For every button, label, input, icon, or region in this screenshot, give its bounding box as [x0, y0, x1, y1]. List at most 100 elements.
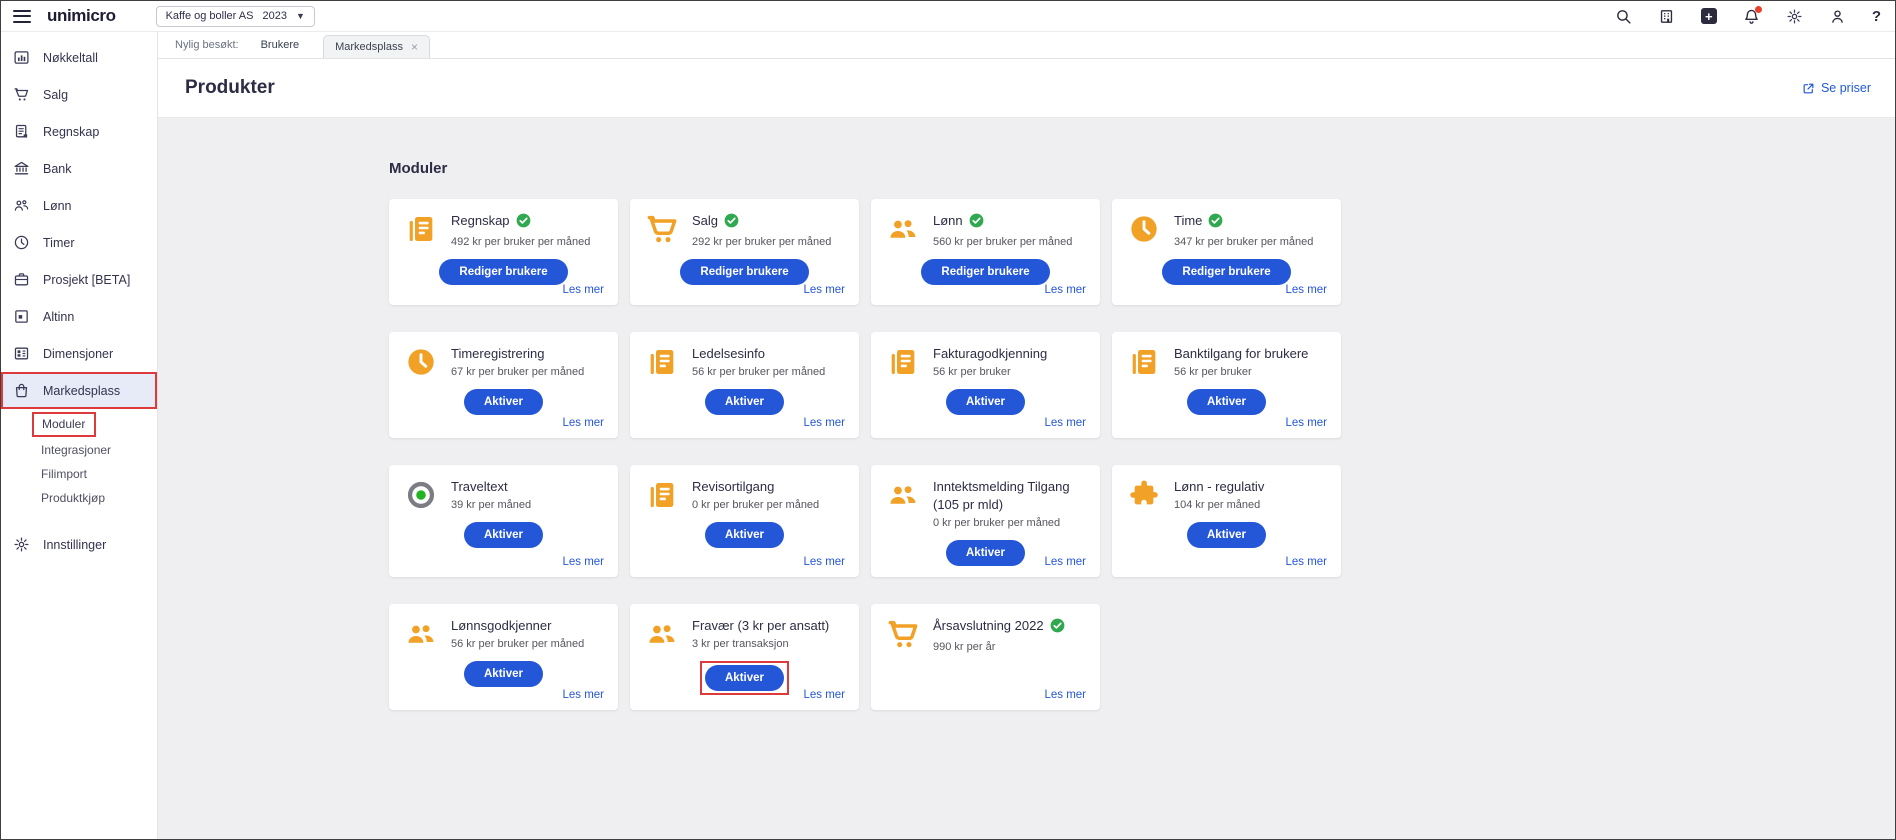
puzzle-icon	[1126, 478, 1162, 511]
les-mer-link[interactable]: Les mer	[562, 417, 604, 429]
cart-icon	[13, 86, 30, 103]
page-title: Produkter	[185, 77, 275, 99]
les-mer-link[interactable]: Les mer	[562, 689, 604, 701]
rediger-brukere-button[interactable]: Rediger brukere	[680, 259, 808, 285]
module-title: Traveltext	[451, 479, 508, 494]
sidebar-item-label: Timer	[43, 236, 74, 250]
module-card-timeregistrering: Timeregistrering 67 kr per bruker per må…	[389, 332, 618, 438]
briefcase-icon	[13, 271, 30, 288]
les-mer-link[interactable]: Les mer	[1285, 556, 1327, 568]
sidebar-item-lonn[interactable]: Lønn	[1, 187, 157, 224]
people-icon	[644, 617, 680, 650]
aktiver-button-highlighted[interactable]: Aktiver	[705, 665, 784, 691]
module-title: Årsavslutning 2022	[933, 618, 1044, 633]
sidebar-item-dimensjoner[interactable]: Dimensjoner	[1, 335, 157, 372]
recently-visited-label: Nylig besøkt:	[175, 39, 239, 58]
se-priser-link[interactable]: Se priser	[1802, 81, 1871, 95]
module-price: 560 kr per bruker per måned	[933, 236, 1086, 248]
sidebar-item-altinn[interactable]: Altinn	[1, 298, 157, 335]
module-price: 492 kr per bruker per måned	[451, 236, 604, 248]
module-title: Lønn	[933, 213, 963, 228]
notification-badge	[1755, 6, 1762, 13]
submenu-item-integrasjoner[interactable]: Integrasjoner	[41, 438, 157, 462]
les-mer-link[interactable]: Les mer	[562, 556, 604, 568]
module-title: Banktilgang for brukere	[1174, 346, 1308, 361]
document-icon	[644, 478, 680, 511]
topbar: unimicro Kaffe og boller AS 2023 ▼ + ?	[1, 1, 1895, 31]
company-switch-icon[interactable]	[1658, 8, 1675, 25]
topbar-icons: + ?	[1615, 8, 1881, 25]
hamburger-menu-icon[interactable]	[13, 10, 31, 23]
module-card-arsavslutning: Årsavslutning 2022 990 kr per år Les mer	[871, 604, 1100, 710]
module-card-salg: Salg 292 kr per bruker per måned Rediger…	[630, 199, 859, 305]
les-mer-link[interactable]: Les mer	[1044, 689, 1086, 701]
tab-markedsplass[interactable]: Markedsplass ×	[323, 35, 430, 58]
les-mer-link[interactable]: Les mer	[1044, 556, 1086, 568]
module-card-ledelsesinfo: Ledelsesinfo 56 kr per bruker per måned …	[630, 332, 859, 438]
les-mer-link[interactable]: Les mer	[1285, 417, 1327, 429]
search-icon[interactable]	[1615, 8, 1632, 25]
aktiver-button[interactable]: Aktiver	[464, 522, 543, 548]
les-mer-link[interactable]: Les mer	[803, 417, 845, 429]
aktiver-button[interactable]: Aktiver	[1187, 522, 1266, 548]
module-price: 39 kr per måned	[451, 499, 604, 511]
module-price: 292 kr per bruker per måned	[692, 236, 845, 248]
company-name: Kaffe og boller AS	[166, 10, 254, 22]
sidebar-item-regnskap[interactable]: Regnskap	[1, 113, 157, 150]
tab-brukere[interactable]: Brukere	[261, 39, 300, 58]
les-mer-link[interactable]: Les mer	[562, 284, 604, 296]
module-title: Time	[1174, 213, 1202, 228]
help-icon[interactable]: ?	[1872, 8, 1881, 25]
close-icon[interactable]: ×	[411, 40, 418, 54]
aktiver-button[interactable]: Aktiver	[1187, 389, 1266, 415]
module-price: 56 kr per bruker	[1174, 366, 1327, 378]
submenu-item-produktkjop[interactable]: Produktkjøp	[41, 486, 157, 510]
sidebar-item-label: Innstillinger	[43, 538, 106, 552]
document-icon	[13, 123, 30, 140]
sidebar-item-label: Regnskap	[43, 125, 99, 139]
les-mer-link[interactable]: Les mer	[803, 556, 845, 568]
rediger-brukere-button[interactable]: Rediger brukere	[1162, 259, 1290, 285]
module-card-traveltext: Traveltext 39 kr per måned Aktiver Les m…	[389, 465, 618, 577]
aktiver-button[interactable]: Aktiver	[946, 540, 1025, 566]
aktiver-button[interactable]: Aktiver	[464, 661, 543, 687]
rediger-brukere-button[interactable]: Rediger brukere	[439, 259, 567, 285]
les-mer-link[interactable]: Les mer	[803, 689, 845, 701]
cart-icon	[644, 212, 680, 248]
sidebar-item-prosjekt[interactable]: Prosjekt [BETA]	[1, 261, 157, 298]
company-year: 2023	[262, 10, 286, 22]
aktiver-button[interactable]: Aktiver	[705, 522, 784, 548]
sidebar-item-markedsplass[interactable]: Markedsplass	[1, 372, 157, 409]
module-title: Fakturagodkjenning	[933, 346, 1047, 361]
shopping-bag-icon	[13, 382, 30, 399]
sidebar-item-label: Bank	[43, 162, 72, 176]
company-selector[interactable]: Kaffe og boller AS 2023 ▼	[156, 6, 315, 27]
markedsplass-submenu: Moduler Integrasjoner Filimport Produktk…	[1, 409, 157, 514]
module-title: Ledelsesinfo	[692, 346, 765, 361]
submenu-item-moduler[interactable]: Moduler	[32, 412, 96, 437]
sidebar-item-timer[interactable]: Timer	[1, 224, 157, 261]
user-icon[interactable]	[1829, 8, 1846, 25]
sidebar-item-nokkeltall[interactable]: Nøkkeltall	[1, 39, 157, 76]
les-mer-link[interactable]: Les mer	[1044, 284, 1086, 296]
grid-icon	[13, 345, 30, 362]
tab-label: Markedsplass	[335, 41, 403, 53]
module-card-grid: Regnskap 492 kr per bruker per måned Red…	[389, 199, 1871, 710]
les-mer-link[interactable]: Les mer	[1044, 417, 1086, 429]
sidebar-item-label: Salg	[43, 88, 68, 102]
aktiver-button[interactable]: Aktiver	[946, 389, 1025, 415]
rediger-brukere-button[interactable]: Rediger brukere	[921, 259, 1049, 285]
les-mer-link[interactable]: Les mer	[1285, 284, 1327, 296]
submenu-item-filimport[interactable]: Filimport	[41, 462, 157, 486]
module-card-revisortilgang: Revisortilgang 0 kr per bruker per måned…	[630, 465, 859, 577]
les-mer-link[interactable]: Les mer	[803, 284, 845, 296]
settings-gear-icon[interactable]	[1786, 8, 1803, 25]
people-icon	[13, 197, 30, 214]
sidebar-item-bank[interactable]: Bank	[1, 150, 157, 187]
add-icon[interactable]: +	[1701, 8, 1717, 24]
sidebar-item-salg[interactable]: Salg	[1, 76, 157, 113]
aktiver-button[interactable]: Aktiver	[464, 389, 543, 415]
aktiver-button[interactable]: Aktiver	[705, 389, 784, 415]
notifications-bell-icon[interactable]	[1743, 8, 1760, 25]
sidebar-item-innstillinger[interactable]: Innstillinger	[1, 526, 157, 563]
